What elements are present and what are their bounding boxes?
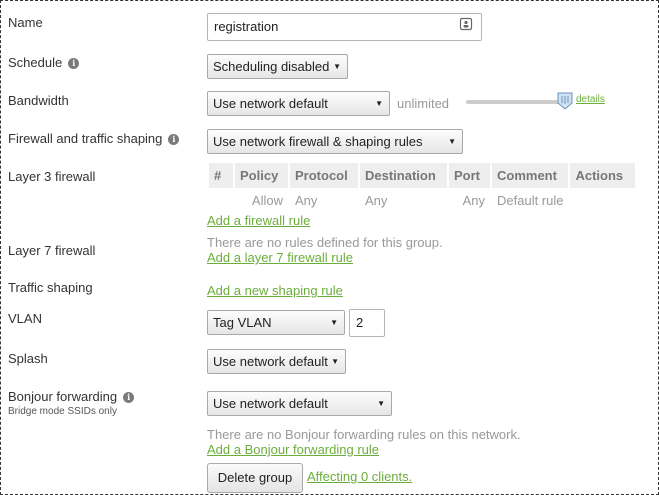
contact-card-icon[interactable] [459,17,473,31]
chevron-down-icon: ▼ [448,137,456,146]
vlan-mode-select[interactable]: Tag VLAN ▼ [207,310,345,335]
rule-policy-cell: Allow [251,193,283,208]
table-header-row: # Policy Protocol Destination Port Comme… [209,163,636,188]
add-layer7-rule-link[interactable]: Add a layer 7 firewall rule [207,250,353,265]
affecting-clients-link[interactable]: Affecting 0 clients. [307,469,412,484]
rule-port-cell: Any [462,193,485,208]
schedule-label: Schedule i [8,55,80,70]
bandwidth-slider-track[interactable] [466,100,564,104]
splash-select[interactable]: Use network default ▼ [207,349,346,374]
schedule-label-text: Schedule [8,55,63,70]
firewall-shaping-label-text: Firewall and traffic shaping [8,131,163,146]
add-shaping-rule-link[interactable]: Add a new shaping rule [207,283,343,298]
bonjour-label: Bonjour forwarding i [8,389,135,404]
layer7-empty-text: There are no rules defined for this grou… [207,235,443,250]
chevron-down-icon: ▼ [377,399,385,408]
bonjour-select[interactable]: Use network default ▼ [207,391,392,416]
delete-group-button[interactable]: Delete group [207,463,303,493]
add-bonjour-rule-link[interactable]: Add a Bonjour forwarding rule [207,442,379,457]
info-icon[interactable]: i [123,392,135,403]
traffic-shaping-label: Traffic shaping [8,280,93,295]
name-input[interactable]: registration [207,13,482,41]
column-header-policy: Policy [235,163,288,188]
bandwidth-details-link[interactable]: details [576,94,605,105]
name-label: Name [8,15,43,30]
column-header-comment: Comment [492,163,569,188]
schedule-select-value: Scheduling disabled [213,59,330,74]
splash-label: Splash [8,351,48,366]
rule-actions-cell [570,188,635,213]
bandwidth-label: Bandwidth [8,93,69,108]
column-header-destination: Destination [360,163,447,188]
splash-select-value: Use network default [213,354,328,369]
bandwidth-select[interactable]: Use network default ▼ [207,91,390,116]
layer3-firewall-label: Layer 3 firewall [8,169,96,184]
chevron-down-icon: ▼ [330,318,338,327]
column-header-protocol: Protocol [290,163,358,188]
chevron-down-icon: ▼ [331,357,339,366]
column-header-number: # [209,163,233,188]
schedule-select[interactable]: Scheduling disabled ▼ [207,54,348,79]
firewall-shaping-select-value: Use network firewall & shaping rules [213,134,423,149]
rule-protocol-cell: Any [295,193,318,208]
column-header-port: Port [449,163,490,188]
firewall-shaping-label: Firewall and traffic shaping i [8,131,180,146]
chevron-down-icon: ▼ [333,62,341,71]
rule-number-cell [209,188,233,213]
vlan-mode-value: Tag VLAN [213,315,272,330]
table-row: Allow Any Any Any Default rule [209,188,635,213]
add-firewall-rule-link[interactable]: Add a firewall rule [207,213,310,228]
info-icon[interactable]: i [68,58,80,69]
column-header-actions: Actions [570,163,636,188]
bonjour-sublabel: Bridge mode SSIDs only [8,406,117,417]
info-icon[interactable]: i [168,134,180,145]
firewall-shaping-select[interactable]: Use network firewall & shaping rules ▼ [207,129,463,154]
rule-comment-cell: Default rule [497,193,564,208]
layer3-firewall-table: # Policy Protocol Destination Port Comme… [207,163,637,213]
bandwidth-select-value: Use network default [213,96,328,111]
vlan-label: VLAN [8,311,42,326]
layer7-firewall-label: Layer 7 firewall [8,243,96,258]
bonjour-empty-text: There are no Bonjour forwarding rules on… [207,427,521,442]
bonjour-select-value: Use network default [213,396,328,411]
vlan-id-input[interactable]: 2 [349,309,385,337]
rule-destination-cell: Any [365,193,388,208]
bonjour-label-text: Bonjour forwarding [8,389,118,404]
chevron-down-icon: ▼ [375,99,383,108]
bandwidth-limit-text: unlimited [397,96,450,111]
bandwidth-slider-handle[interactable] [557,92,573,110]
